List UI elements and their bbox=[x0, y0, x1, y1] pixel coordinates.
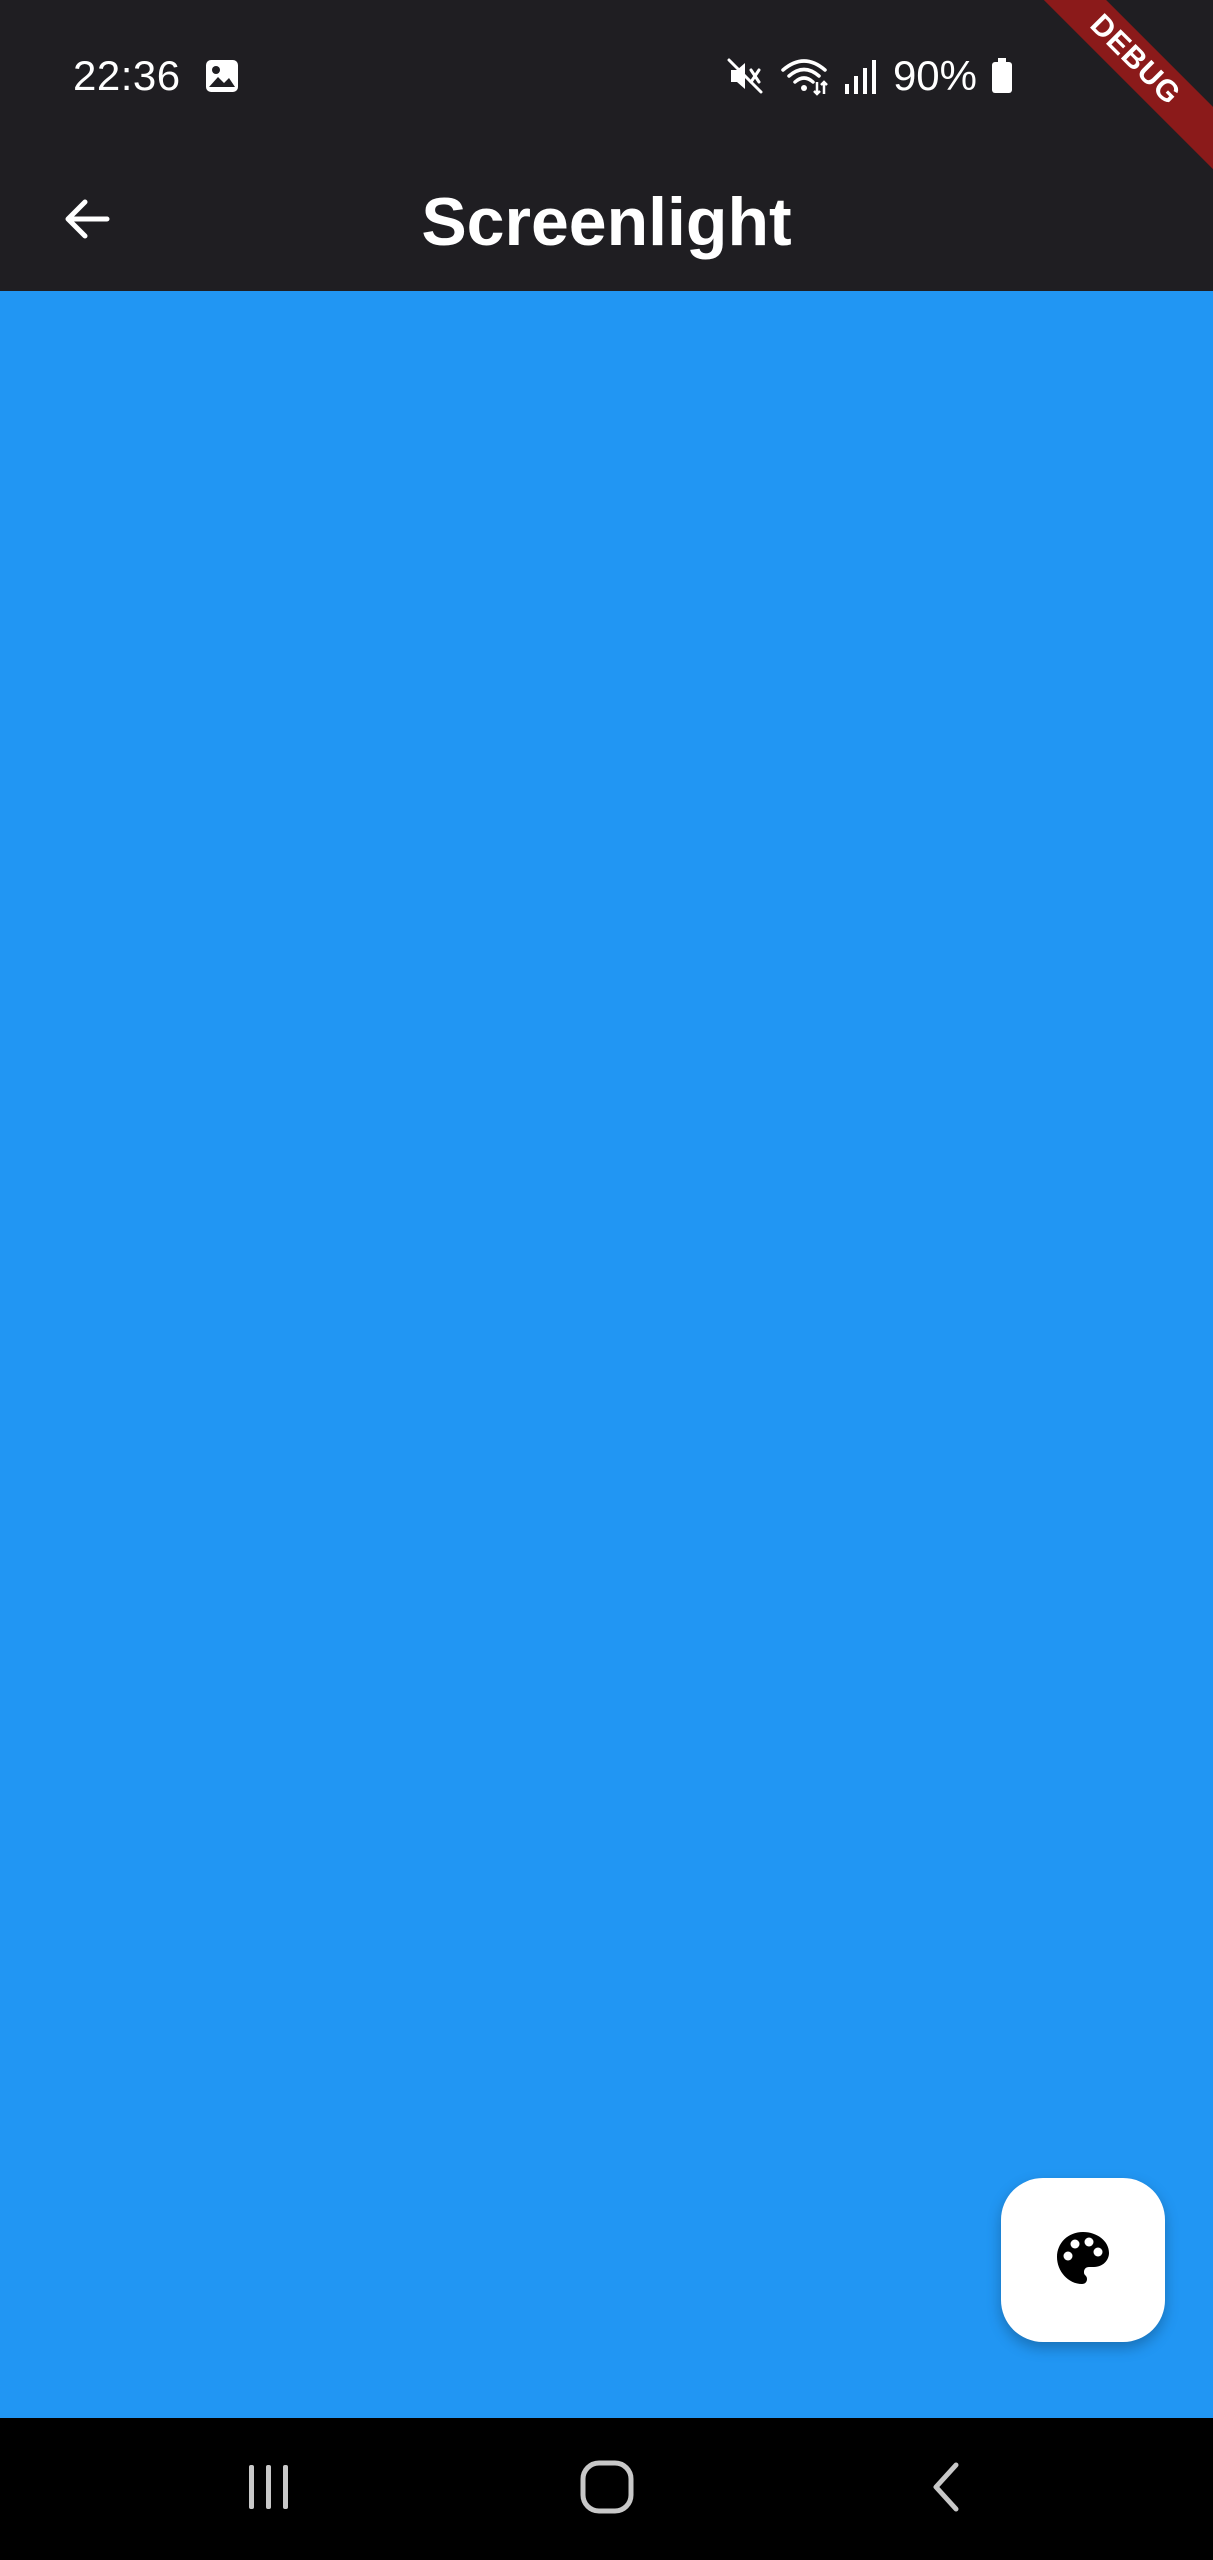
recents-button[interactable] bbox=[219, 2439, 319, 2539]
home-icon bbox=[577, 2457, 637, 2522]
color-light-area bbox=[0, 291, 1213, 2418]
wifi-icon bbox=[779, 56, 829, 96]
navigation-bar bbox=[0, 2418, 1213, 2560]
status-bar: 22:36 90% bbox=[0, 0, 1213, 152]
gallery-icon bbox=[204, 58, 240, 94]
back-button[interactable] bbox=[42, 176, 132, 266]
status-right-icons: 90% bbox=[725, 48, 1013, 104]
arrow-back-icon bbox=[59, 191, 115, 252]
system-back-button[interactable] bbox=[896, 2439, 996, 2539]
screen: 22:36 90% Screenlight DEBUG bbox=[0, 0, 1213, 2560]
palette-button[interactable] bbox=[1001, 2178, 1165, 2342]
mute-icon bbox=[725, 56, 765, 96]
home-button[interactable] bbox=[557, 2439, 657, 2539]
app-bar: Screenlight bbox=[0, 152, 1213, 291]
battery-icon bbox=[991, 58, 1013, 94]
signal-icon bbox=[843, 56, 879, 96]
back-icon bbox=[918, 2459, 974, 2520]
recents-icon bbox=[241, 2459, 297, 2520]
palette-icon bbox=[1054, 2229, 1112, 2292]
battery-percent: 90% bbox=[892, 52, 977, 99]
status-time: 22:36 bbox=[73, 52, 181, 99]
page-title: Screenlight bbox=[421, 183, 792, 260]
